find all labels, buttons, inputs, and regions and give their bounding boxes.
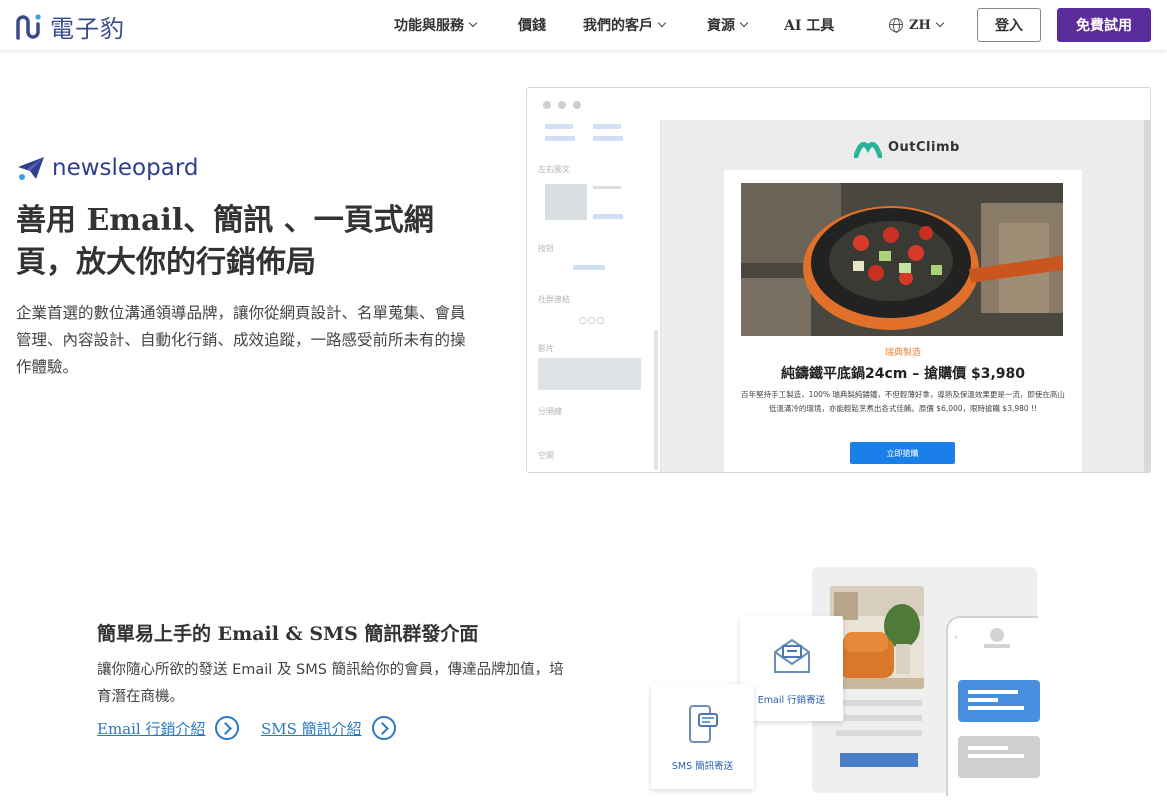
avatar-icon bbox=[990, 628, 1004, 642]
nav-item-pricing[interactable]: 價錢 bbox=[518, 0, 546, 50]
sidebar-label: 空間 bbox=[538, 451, 554, 460]
nav-item-ai-tools[interactable]: AI 工具 bbox=[784, 0, 834, 50]
email-product-card: 瑞典製造 純鑄鐵平底鍋24cm – 搶購價 $3,980 百年堅持手工製造，10… bbox=[724, 170, 1082, 472]
sidebar-scrollbar[interactable] bbox=[654, 330, 658, 470]
email-canvas: OutClimb 瑞典製造 純鑄鐵平底鍋24cm – 搶購價 $3,980 百年… bbox=[661, 120, 1150, 472]
nav-item-label: 價錢 bbox=[518, 18, 546, 34]
chevron-down-icon bbox=[657, 18, 667, 28]
top-nav: 電子豹 功能與服務 價錢 我們的客戶 資源 AI 工具 ZH 登入 免費試用 bbox=[0, 0, 1167, 50]
nav-item-resources[interactable]: 資源 bbox=[707, 0, 749, 50]
chat-line bbox=[968, 698, 998, 702]
chat-line bbox=[968, 746, 1008, 750]
chat-bubble bbox=[958, 680, 1040, 722]
sms-marketing-link[interactable]: SMS 簡訊介紹 bbox=[261, 716, 396, 740]
chat-line bbox=[968, 706, 1024, 710]
chevron-down-icon bbox=[739, 18, 749, 28]
tile-label: SMS 簡訊寄送 bbox=[671, 761, 734, 772]
video-thumb bbox=[538, 358, 641, 390]
product-title: 純鑄鐵平底鍋24cm – 搶購價 $3,980 bbox=[780, 366, 1025, 382]
language-label: ZH bbox=[909, 17, 931, 33]
link-label: Email 行銷介紹 bbox=[97, 719, 206, 738]
logo-icon bbox=[16, 13, 41, 40]
section-title: 簡單易上手的 Email & SMS 簡訊群發介面 bbox=[97, 623, 479, 645]
mobile-message-icon bbox=[689, 705, 718, 743]
nav-item-label: 資源 bbox=[707, 18, 735, 34]
chevron-down-icon bbox=[468, 18, 478, 28]
nav-item-label: 功能與服務 bbox=[394, 18, 464, 34]
phone-mockup: ‹ bbox=[946, 616, 1040, 796]
mountain-icon bbox=[854, 141, 882, 158]
canvas-scrollbar[interactable] bbox=[1144, 120, 1150, 472]
login-button[interactable]: 登入 bbox=[977, 8, 1041, 42]
link-label: SMS 簡訊介紹 bbox=[261, 719, 362, 738]
layout-bar bbox=[844, 715, 922, 721]
chevron-right-icon bbox=[371, 716, 396, 740]
sms-send-tile: SMS 簡訊寄送 bbox=[651, 684, 754, 789]
sidebar-label: 影片 bbox=[538, 344, 554, 353]
site-logo[interactable]: 電子豹 bbox=[14, 9, 125, 44]
email-marketing-link[interactable]: Email 行銷介紹 bbox=[97, 716, 240, 740]
chat-line bbox=[968, 754, 1024, 758]
sidebar-thumb bbox=[545, 184, 587, 220]
buy-now-button[interactable]: 立即搶購 bbox=[850, 442, 955, 464]
envelope-megaphone-icon bbox=[774, 638, 810, 673]
social-dots-icon: ○○○ bbox=[579, 316, 606, 326]
hero-description: 企業首選的數位溝通領導品牌，讓你從網頁設計、名單蒐集、會員管理、內容設計、自動化… bbox=[16, 304, 466, 376]
outclimb-name: OutClimb bbox=[888, 139, 960, 155]
editor-preview-window: 左右圖文 按鈕 社群連結 ○○○ 影片 分隔線 空間 OutClimb 瑞典製造… bbox=[526, 87, 1151, 473]
sidebar-block bbox=[593, 214, 623, 219]
hero-title: 善用 Email、簡訊 、一頁式網頁，放大你的行銷佈局 bbox=[16, 203, 434, 280]
chat-line bbox=[968, 690, 1018, 694]
nav-item-label: 我們的客戶 bbox=[583, 18, 653, 34]
back-icon: ‹ bbox=[954, 632, 958, 643]
product-description: 百年堅持手工製造，100% 瑞典製純鑄鐵，不但輕薄好拿，導熱及保溫效果更是一流，… bbox=[741, 390, 1065, 413]
layout-bar bbox=[836, 700, 922, 706]
nav-item-customers[interactable]: 我們的客戶 bbox=[583, 0, 667, 50]
sidebar-block bbox=[545, 136, 575, 141]
layout-bar bbox=[836, 730, 922, 736]
product-photo bbox=[741, 183, 1063, 336]
layout-button-bar bbox=[840, 753, 918, 767]
logo-text: 電子豹 bbox=[50, 15, 125, 43]
sidebar-label: 社群連結 bbox=[538, 295, 570, 304]
sidebar-block bbox=[593, 186, 621, 189]
globe-icon bbox=[889, 18, 903, 33]
chevron-down-icon bbox=[935, 18, 945, 28]
sidebar-block bbox=[593, 124, 621, 129]
living-room-photo bbox=[830, 586, 924, 689]
sidebar-label: 分隔線 bbox=[538, 407, 562, 416]
sidebar-block bbox=[573, 265, 605, 270]
sidebar-block bbox=[545, 124, 573, 129]
chat-bubble bbox=[958, 736, 1040, 778]
free-trial-button[interactable]: 免費試用 bbox=[1057, 8, 1151, 42]
paper-plane-icon bbox=[18, 157, 44, 180]
outclimb-logo: OutClimb bbox=[854, 136, 960, 158]
window-dots bbox=[543, 101, 581, 109]
tile-label: Email 行銷寄送 bbox=[757, 695, 826, 706]
editor-block-sidebar: 左右圖文 按鈕 社群連結 ○○○ 影片 分隔線 空間 bbox=[527, 120, 661, 472]
brand-name: newsleopard bbox=[52, 155, 199, 181]
newsleopard-brand: newsleopard bbox=[16, 153, 198, 183]
sidebar-label: 左右圖文 bbox=[538, 165, 570, 174]
sidebar-block bbox=[593, 136, 623, 141]
section-description: 讓你隨心所欲的發送 Email 及 SMS 簡訊給你的會員，傳達品牌加值，培育潛… bbox=[97, 662, 564, 705]
sidebar-label: 按鈕 bbox=[538, 244, 554, 253]
phone-header-bar bbox=[984, 644, 1010, 648]
nav-item-features[interactable]: 功能與服務 bbox=[394, 0, 478, 50]
language-switcher[interactable]: ZH bbox=[889, 0, 945, 50]
product-tag: 瑞典製造 bbox=[884, 348, 921, 358]
chevron-right-icon bbox=[215, 716, 240, 740]
nav-item-label: AI 工具 bbox=[784, 18, 835, 34]
email-send-tile: Email 行銷寄送 bbox=[740, 616, 843, 721]
